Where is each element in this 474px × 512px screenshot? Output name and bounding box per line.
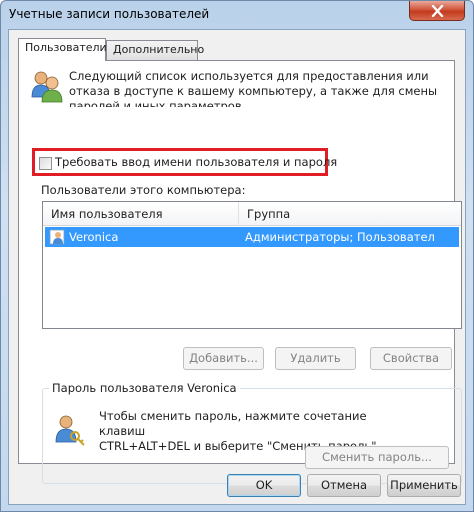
users-list-label: Пользователи этого компьютера:	[41, 183, 246, 197]
dialog-client-area: Пользователи Дополнительно Следующий спи…	[8, 29, 466, 505]
require-login-checkbox[interactable]	[39, 157, 52, 170]
title-bar[interactable]: Учетные записи пользователей	[1, 1, 473, 29]
require-login-label[interactable]: Требовать ввод имени пользователя и паро…	[55, 155, 337, 169]
change-password-button[interactable]: Сменить пароль...	[305, 446, 449, 469]
cancel-button[interactable]: Отмена	[307, 474, 381, 497]
row-username: Veronica	[69, 230, 119, 244]
window-title: Учетные записи пользователей	[9, 7, 210, 21]
users-tab-panel: Следующий список используется для предос…	[18, 60, 462, 484]
ok-button[interactable]: OK	[227, 474, 301, 497]
add-user-button[interactable]: Добавить...	[183, 347, 264, 370]
table-row[interactable]: Veronica Администраторы; Пользовател...	[45, 227, 459, 247]
apply-button[interactable]: Применить	[387, 474, 461, 497]
tab-users[interactable]: Пользователи	[18, 38, 107, 61]
column-header-group[interactable]: Группа	[239, 202, 461, 226]
remove-user-button[interactable]: Удалить	[275, 347, 356, 370]
user-key-icon	[55, 415, 85, 446]
users-icon	[31, 71, 63, 103]
properties-button[interactable]: Свойства	[370, 347, 452, 370]
highlight-frame: Требовать ввод имени пользователя и паро…	[32, 148, 337, 176]
password-group-title: Пароль пользователя Veronica	[49, 381, 240, 395]
list-header: Имя пользователя Группа	[43, 202, 461, 226]
description-text: Следующий список используется для предос…	[69, 69, 438, 107]
tab-advanced-label: Дополнительно	[113, 43, 205, 56]
password-instructions-line1: Чтобы сменить пароль, нажмите сочетание …	[99, 409, 367, 438]
user-icon	[49, 229, 65, 245]
user-accounts-window: Учетные записи пользователей Пользовател…	[0, 0, 474, 512]
close-button[interactable]	[409, 1, 465, 21]
tab-advanced[interactable]: Дополнительно	[106, 40, 204, 60]
close-icon	[431, 4, 443, 17]
users-list[interactable]: Имя пользователя Группа Veronica Админис…	[42, 201, 462, 329]
column-header-username[interactable]: Имя пользователя	[43, 202, 239, 226]
password-groupbox: Пароль пользователя Veronica Чтобы смени…	[42, 381, 462, 484]
row-group: Администраторы; Пользовател...	[245, 230, 435, 244]
tab-users-label: Пользователи	[25, 41, 107, 54]
